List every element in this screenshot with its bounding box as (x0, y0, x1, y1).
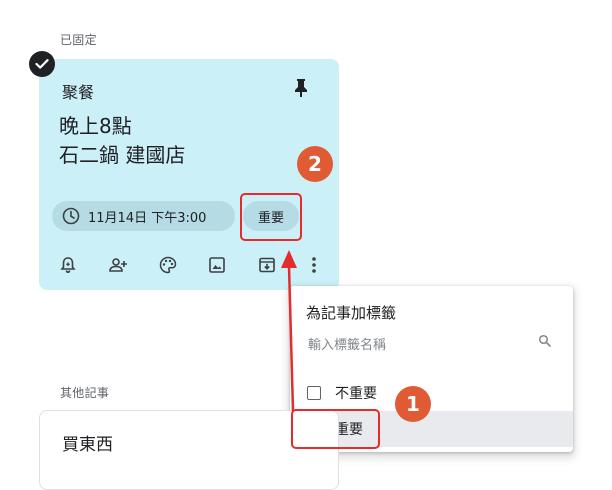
step-badge-2: 2 (297, 146, 333, 182)
annotation-arrow-icon (281, 250, 297, 412)
step-badge-1: 1 (395, 386, 431, 422)
